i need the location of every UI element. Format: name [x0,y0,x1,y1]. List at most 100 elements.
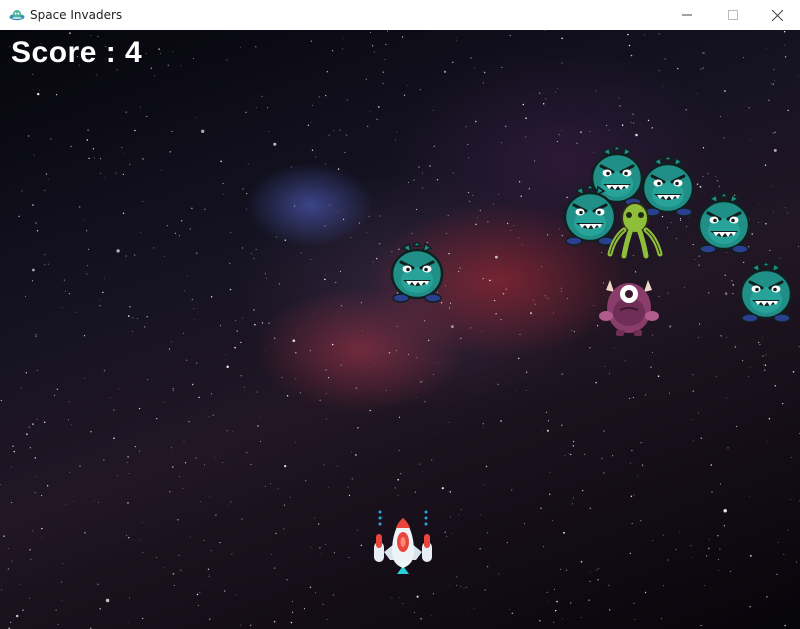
star [764,164,767,166]
star [452,172,454,174]
star [519,333,521,335]
star [12,445,14,447]
star [246,193,248,195]
star [509,34,511,36]
star [348,125,350,126]
purple-cyclops-icon [599,280,659,336]
star [783,30,786,33]
star [97,501,100,503]
star [637,475,639,477]
star [7,568,10,570]
close-button[interactable] [754,0,800,30]
star [63,279,66,281]
star [382,82,384,84]
star [723,508,727,513]
star [414,611,416,613]
star [170,341,172,343]
star [460,337,462,340]
star [618,97,620,99]
star [447,214,449,217]
star [446,535,448,537]
star [139,106,141,108]
star [669,325,672,328]
star [481,331,483,333]
star [718,185,720,187]
star [129,163,131,165]
star [191,207,193,210]
star [346,99,349,101]
star [295,352,297,354]
star [414,491,416,493]
star [561,424,563,426]
star [736,426,738,427]
star [186,275,188,277]
star [43,421,46,423]
game-canvas[interactable]: Score : 4 [0,30,800,629]
star [763,364,764,366]
star [556,140,558,143]
star [506,222,509,225]
star [518,181,521,183]
star [307,124,309,126]
star [544,294,546,297]
star [400,473,402,475]
star [759,343,761,346]
star [329,204,331,206]
star [358,222,360,224]
star [451,533,453,534]
maximize-icon [728,10,738,20]
star [566,569,568,571]
star [764,364,767,366]
star [168,348,171,350]
star [675,548,677,551]
star [700,437,703,439]
star [68,292,71,295]
star [169,151,172,153]
star [798,346,800,348]
star [314,517,315,519]
star [567,297,569,299]
star [418,166,420,168]
star [1,589,2,591]
star [303,608,305,610]
star [520,195,522,197]
minimize-button[interactable] [664,0,710,30]
star [437,432,438,434]
title-bar[interactable]: Space Invaders [0,0,800,30]
star [196,252,198,254]
star [633,122,635,124]
star [88,157,90,160]
star [652,540,654,541]
star [385,389,387,391]
star [294,441,296,443]
star [580,616,582,618]
spaceship-icon[interactable] [372,508,434,576]
star [699,185,702,188]
star [470,327,472,329]
star [371,45,374,47]
star [128,622,130,623]
star [777,541,779,543]
star [667,292,669,294]
star [374,364,376,366]
star [513,225,515,226]
star [284,239,287,241]
star [494,255,498,259]
star [265,351,267,352]
star [630,495,633,497]
star [319,399,321,402]
maximize-button[interactable] [710,0,756,30]
teal-monster-icon [696,193,752,255]
star [484,72,486,74]
star [268,131,270,132]
star [0,484,1,486]
star [137,318,139,319]
star [310,546,312,548]
star [707,547,710,550]
star [246,208,248,210]
star [774,131,776,134]
star [562,618,563,620]
star [189,228,191,230]
star [456,576,458,578]
star [226,365,229,368]
